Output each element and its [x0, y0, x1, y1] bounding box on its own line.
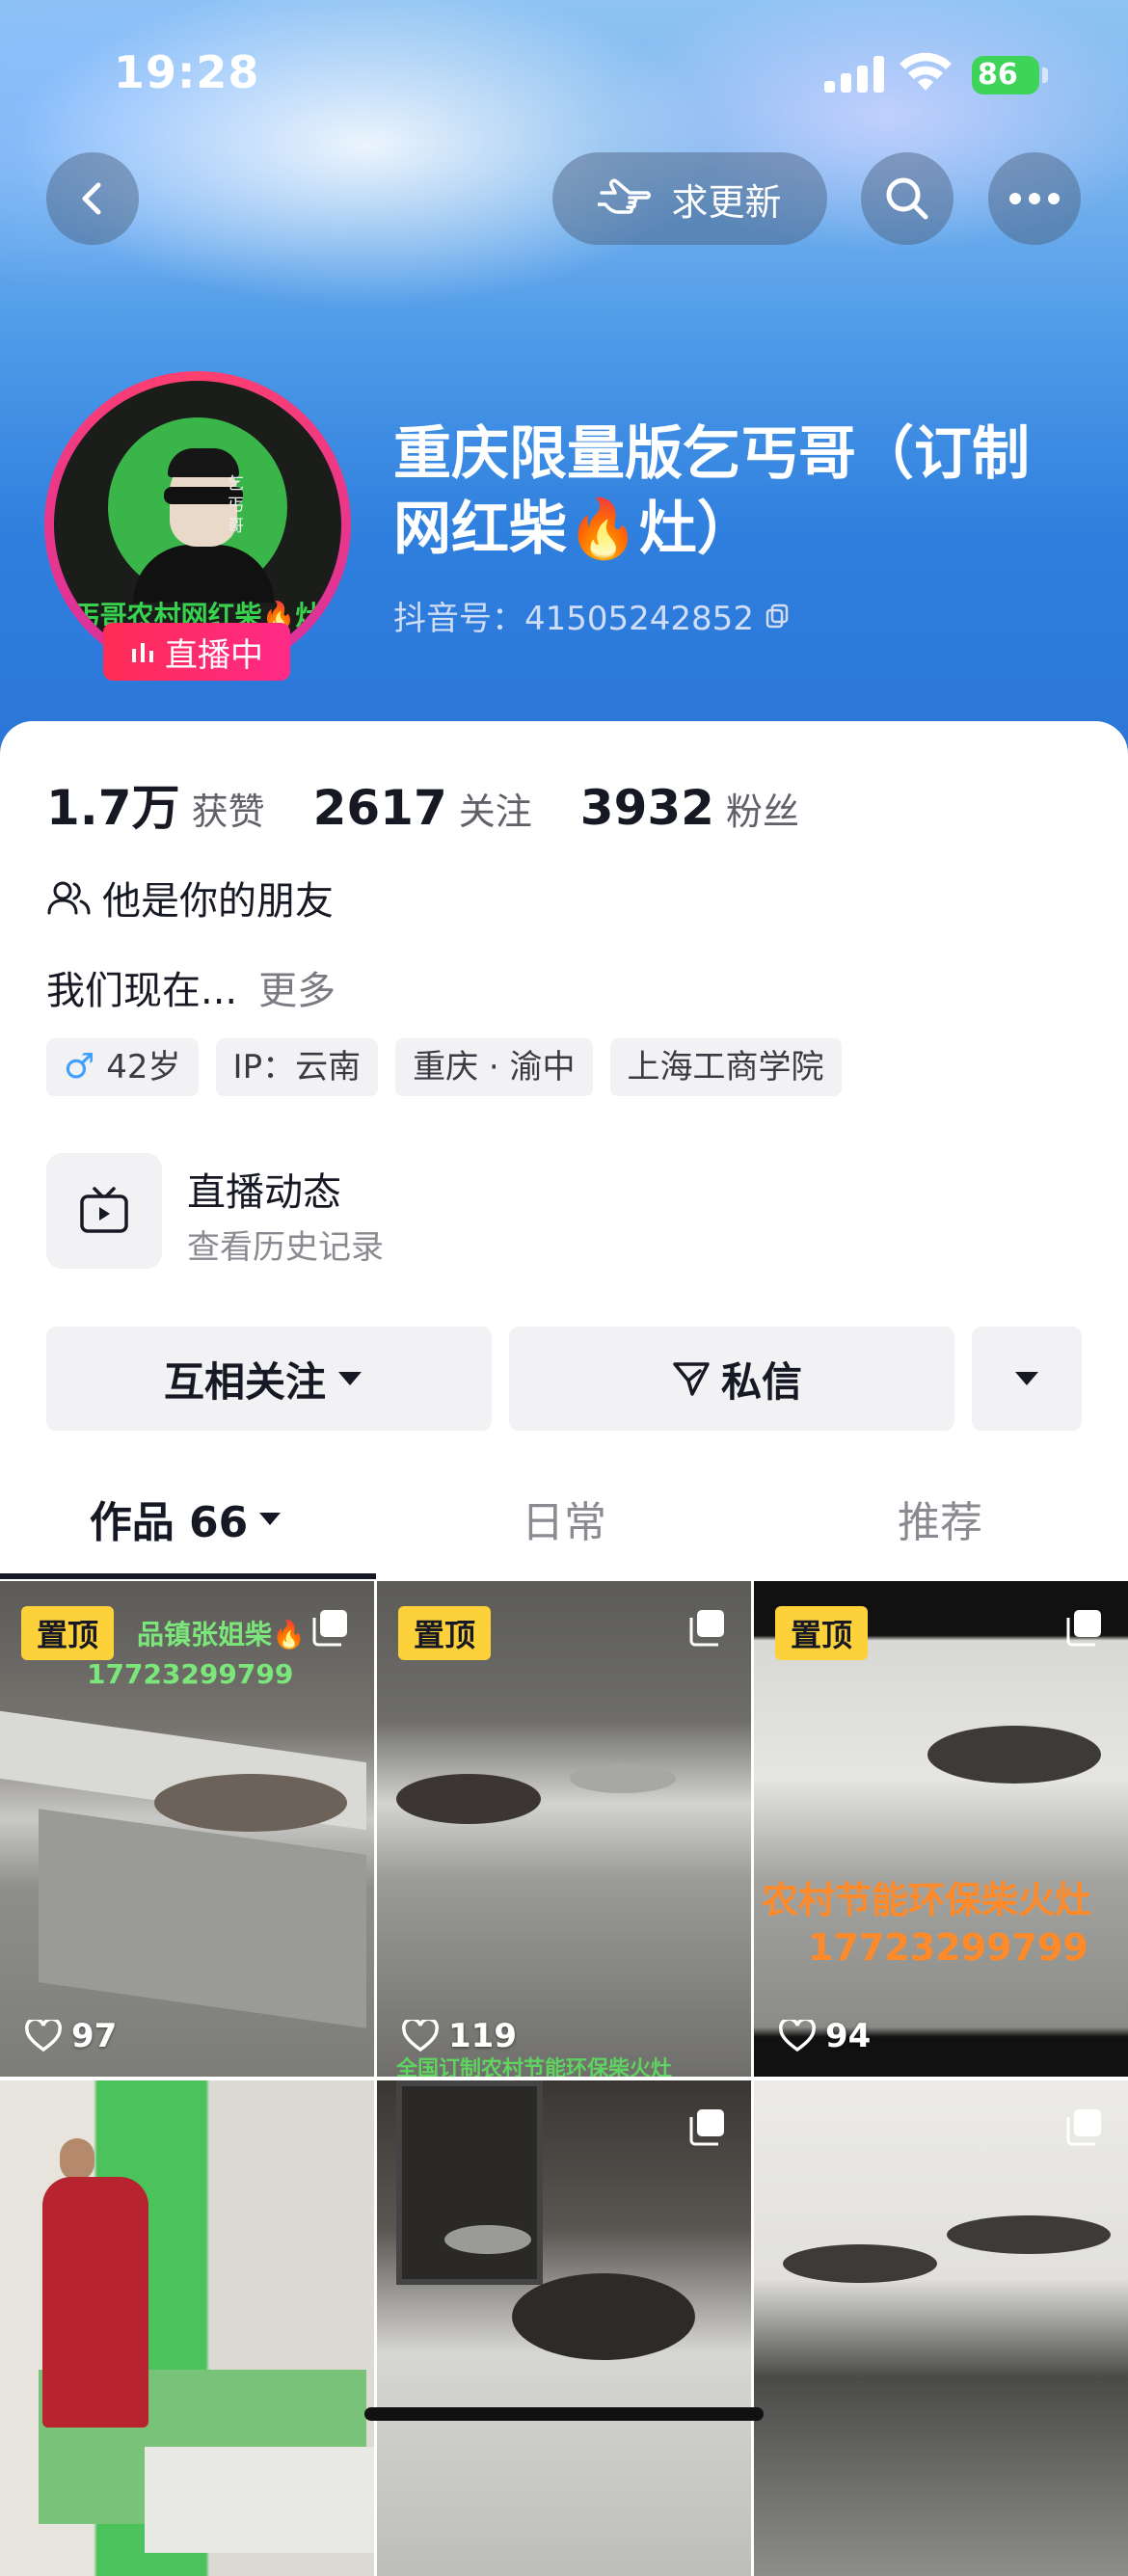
heart-icon [779, 2020, 816, 2053]
video-overlay-text: 农村节能环保柴火灶 [762, 1879, 1092, 1921]
multi-image-icon [689, 2109, 724, 2146]
live-history-subtitle: 查看历史记录 [187, 1228, 384, 1267]
tag-location[interactable]: 重庆 · 渝中 [395, 1038, 593, 1096]
douyin-id-text: 抖音号：41505242852 [393, 600, 754, 638]
live-bars-icon [132, 643, 153, 662]
caret-down-icon [1015, 1372, 1038, 1385]
live-badge-label: 直播中 [165, 635, 263, 675]
tag-school[interactable]: 上海工商学院 [609, 1038, 842, 1096]
video-thumbnail[interactable]: 全国订制农村节能环保柴火灶 置顶 119 [377, 1581, 751, 2077]
more-dots-icon [1009, 193, 1060, 204]
chevron-left-icon [82, 182, 101, 215]
message-button[interactable]: 私信 [509, 1327, 954, 1431]
pointing-hand-icon [598, 178, 652, 214]
profile-tags: ♂ 42岁 IP：云南 重庆 · 渝中 上海工商学院 [46, 1038, 859, 1096]
like-count: 94 [779, 2017, 871, 2055]
more-options-button[interactable] [988, 152, 1081, 245]
recommendations-dropdown-button[interactable] [972, 1327, 1082, 1431]
male-icon: ♂ [64, 1047, 95, 1087]
likes-label: 获赞 [191, 791, 265, 833]
battery-icon [1042, 67, 1048, 83]
heart-icon [25, 2020, 62, 2053]
bio: 我们现在... 更多 [46, 959, 336, 1015]
video-thumbnail[interactable] [0, 2080, 374, 2576]
pinned-badge: 置顶 [21, 1606, 114, 1660]
multi-image-icon [312, 1610, 347, 1647]
multi-image-icon [1066, 1610, 1101, 1647]
video-grid: 品镇张姐柴🔥 17723299799 置顶 97 全国订制农村节能环保柴火灶 置… [0, 1581, 1128, 2576]
bio-more-link[interactable]: 更多 [258, 969, 336, 1013]
following-count[interactable]: 2617 [313, 780, 447, 836]
active-tab-indicator [0, 1573, 376, 1579]
tag-age: ♂ 42岁 [46, 1038, 199, 1096]
video-thumbnail[interactable]: 品镇张姐柴🔥 17723299799 置顶 97 [0, 1581, 374, 2077]
mutual-follow-button[interactable]: 互相关注 [46, 1327, 492, 1431]
friend-indicator: 他是你的朋友 [46, 870, 334, 926]
live-tv-icon [46, 1153, 162, 1269]
friend-text: 他是你的朋友 [102, 879, 334, 924]
tab-recommended[interactable]: 推荐 [752, 1465, 1128, 1571]
live-history-title: 直播动态 [187, 1170, 341, 1215]
video-overlay-phone: 17723299799 [808, 1926, 1088, 1969]
send-icon [673, 1362, 710, 1396]
like-count: 97 [25, 2017, 117, 2055]
live-status-badge[interactable]: 直播中 [103, 623, 290, 681]
battery-level: 86 [972, 56, 1039, 94]
heart-icon [402, 2020, 439, 2053]
search-icon [886, 177, 928, 220]
video-overlay-text: 品镇张姐柴🔥 [137, 1619, 306, 1650]
profile-stats: 1.7万 获赞 2617 关注 3932 粉丝 [46, 769, 847, 839]
back-button[interactable] [46, 152, 139, 245]
multi-image-icon [689, 1610, 724, 1647]
avatar-side-text: 乞丐哥 [228, 474, 244, 536]
live-history-entry[interactable]: 直播动态 查看历史记录 [46, 1153, 1078, 1269]
followers-count[interactable]: 3932 [580, 780, 714, 836]
caret-down-icon [259, 1513, 282, 1525]
video-thumbnail[interactable]: 农村节能环保柴火灶 17723299799 置顶 94 [754, 1581, 1128, 2077]
request-update-label: 求更新 [671, 180, 782, 224]
copy-icon [765, 604, 789, 628]
wifi-icon [900, 52, 952, 91]
multi-image-icon [1066, 2109, 1101, 2146]
followers-label[interactable]: 粉丝 [726, 782, 799, 835]
message-label: 私信 [720, 1357, 802, 1406]
video-overlay-phone: 17723299799 [87, 1658, 294, 1690]
tag-ip: IP：云南 [215, 1038, 379, 1096]
mutual-follow-label: 互相关注 [163, 1357, 326, 1406]
caret-down-icon [338, 1372, 362, 1385]
cellular-signal-icon [824, 56, 884, 93]
profile-actions: 互相关注 私信 [46, 1327, 1082, 1431]
status-bar: 19:28 86 [0, 0, 1128, 145]
following-label[interactable]: 关注 [459, 782, 532, 835]
status-time: 19:28 [114, 46, 260, 98]
video-thumbnail[interactable] [754, 2080, 1128, 2576]
pinned-badge: 置顶 [775, 1606, 868, 1660]
pinned-badge: 置顶 [398, 1606, 491, 1660]
home-indicator[interactable] [364, 2407, 764, 2421]
likes-count: 1.7万 [46, 780, 180, 836]
like-count: 119 [402, 2017, 517, 2055]
douyin-id[interactable]: 抖音号：41505242852 [393, 592, 791, 639]
search-button[interactable] [861, 152, 953, 245]
friends-icon [47, 881, 91, 915]
video-thumbnail[interactable] [377, 2080, 751, 2576]
bio-text: 我们现在... [46, 969, 238, 1013]
tab-daily[interactable]: 日常 [376, 1465, 752, 1571]
profile-name: 重庆限量版乞丐哥（订制网红柴🔥灶） [393, 420, 1030, 563]
content-tabs: 作品 66 日常 推荐 [0, 1465, 1128, 1581]
request-update-button[interactable]: 求更新 [552, 152, 827, 245]
tab-works[interactable]: 作品 66 [0, 1465, 376, 1571]
